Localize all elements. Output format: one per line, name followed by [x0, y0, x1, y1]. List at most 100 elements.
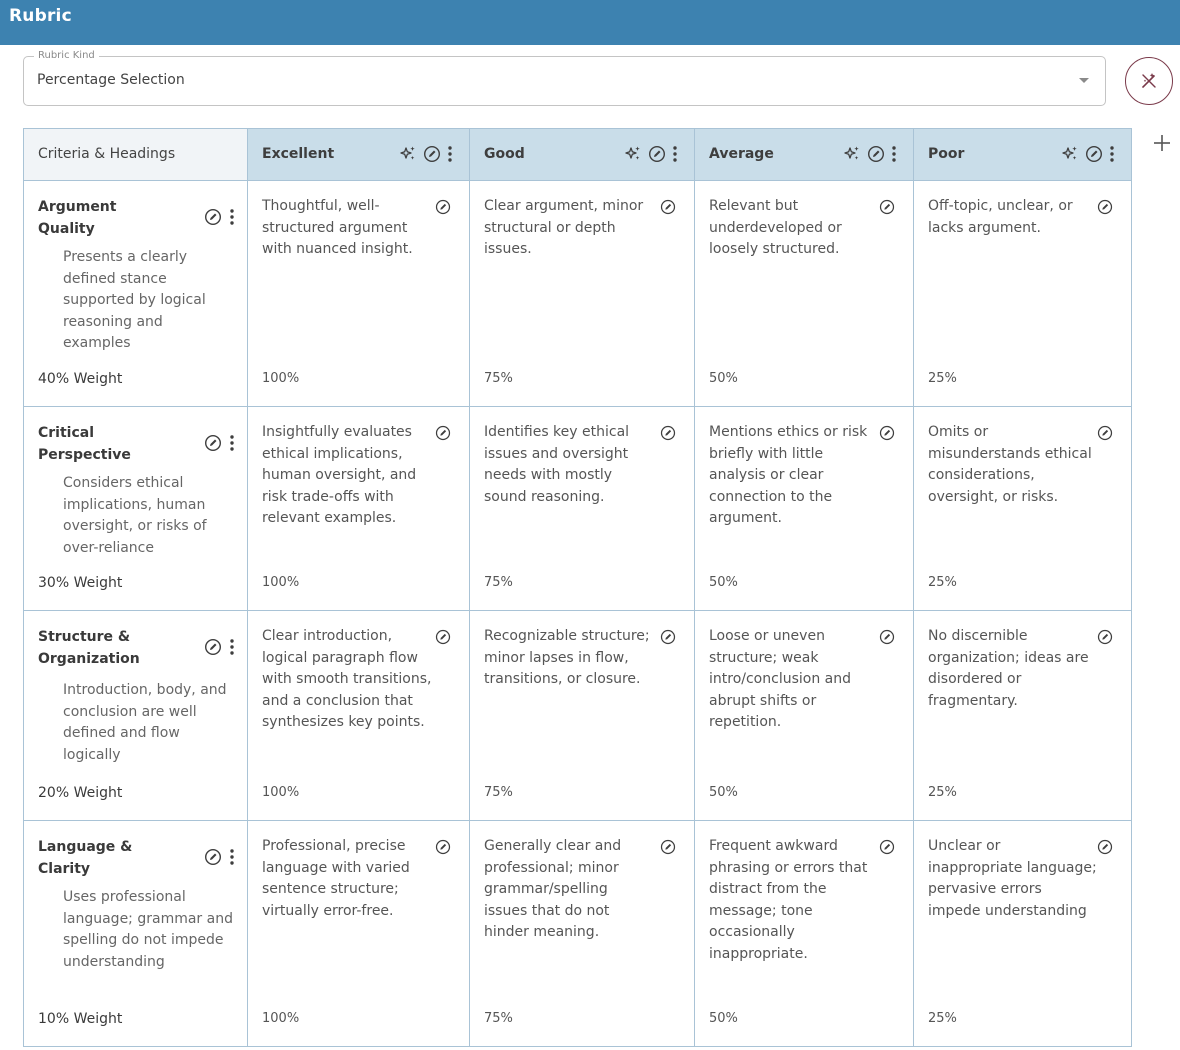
level-cell[interactable]: Omits or misunderstands ethical consider… — [913, 406, 1132, 611]
level-description: Mentions ethics or risk briefly with lit… — [709, 424, 868, 527]
compass-edit-icon[interactable] — [879, 839, 895, 855]
level-description: Omits or misunderstands ethical consider… — [928, 424, 1092, 505]
compass-edit-icon[interactable] — [1085, 145, 1103, 163]
level-description: Insightfully evaluates ethical implicati… — [262, 424, 417, 527]
table-row: Argument Quality Presents a clearly defi… — [23, 180, 1132, 407]
more-vertical-icon[interactable] — [891, 145, 897, 163]
criterion-cell: Critical Perspective Considers ethical i… — [23, 406, 248, 611]
compass-edit-icon[interactable] — [660, 839, 676, 855]
magic-generate-button[interactable] — [1125, 57, 1173, 105]
criterion-name: Argument Quality — [38, 199, 117, 237]
level-cell[interactable]: Clear introduction, logical paragraph fl… — [247, 610, 470, 821]
compass-edit-icon[interactable] — [435, 199, 451, 215]
criterion-description: Uses professional language; grammar and … — [63, 889, 233, 970]
compass-edit-icon[interactable] — [1097, 425, 1113, 441]
rubric-table: Criteria & Headings Excellent Good Avera… — [23, 128, 1132, 1047]
level-cell[interactable]: Loose or uneven structure; weak intro/co… — [694, 610, 914, 821]
level-cell[interactable]: Professional, precise language with vari… — [247, 820, 470, 1047]
level-cell[interactable]: Off-topic, unclear, or lacks argument. 2… — [913, 180, 1132, 407]
magic-wand-icon — [1142, 73, 1156, 88]
level-cell[interactable]: Clear argument, minor structural or dept… — [469, 180, 695, 407]
more-vertical-icon[interactable] — [447, 145, 453, 163]
level-percentage: 50% — [709, 371, 738, 386]
level-cell[interactable]: No discernible organization; ideas are d… — [913, 610, 1132, 821]
level-name: Poor — [928, 146, 965, 162]
plus-icon — [1154, 135, 1170, 151]
criterion-name: Critical Perspective — [38, 425, 131, 463]
compass-edit-icon[interactable] — [660, 425, 676, 441]
criterion-actions — [204, 848, 235, 866]
criterion-description: Presents a clearly defined stance suppor… — [63, 249, 206, 352]
level-description: Professional, precise language with vari… — [262, 838, 410, 919]
level-description: No discernible organization; ideas are d… — [928, 628, 1089, 709]
compass-edit-icon[interactable] — [435, 425, 451, 441]
compass-edit-icon[interactable] — [867, 145, 885, 163]
compass-edit-icon[interactable] — [1097, 199, 1113, 215]
level-cell[interactable]: Insightfully evaluates ethical implicati… — [247, 406, 470, 611]
compass-edit-icon[interactable] — [1097, 839, 1113, 855]
more-vertical-icon[interactable] — [229, 638, 235, 656]
compass-edit-icon[interactable] — [660, 199, 676, 215]
compass-edit-icon[interactable] — [204, 638, 222, 656]
level-percentage: 25% — [928, 1011, 957, 1026]
level-percentage: 75% — [484, 575, 513, 590]
compass-edit-icon[interactable] — [204, 208, 222, 226]
more-vertical-icon[interactable] — [672, 145, 678, 163]
level-actions — [843, 145, 897, 163]
rubric-kind-value: Percentage Selection — [37, 72, 185, 88]
level-name: Average — [709, 146, 774, 162]
compass-edit-icon[interactable] — [435, 839, 451, 855]
criterion-cell: Argument Quality Presents a clearly defi… — [23, 180, 248, 407]
table-row: Structure & Organization Introduction, b… — [23, 610, 1132, 821]
compass-edit-icon[interactable] — [879, 629, 895, 645]
chevron-down-icon[interactable] — [1079, 78, 1089, 83]
level-description: Loose or uneven structure; weak intro/co… — [709, 628, 851, 731]
level-percentage: 100% — [262, 371, 300, 386]
rubric-kind-select[interactable]: Rubric Kind Percentage Selection — [23, 50, 1106, 106]
more-vertical-icon[interactable] — [1109, 145, 1115, 163]
level-percentage: 25% — [928, 575, 957, 590]
level-cell[interactable]: Mentions ethics or risk briefly with lit… — [694, 406, 914, 611]
compass-edit-icon[interactable] — [648, 145, 666, 163]
sparkle-icon[interactable] — [399, 145, 417, 163]
level-percentage: 100% — [262, 1011, 300, 1026]
more-vertical-icon[interactable] — [229, 208, 235, 226]
level-cell[interactable]: Identifies key ethical issues and oversi… — [469, 406, 695, 611]
level-percentage: 75% — [484, 785, 513, 800]
level-cell[interactable]: Frequent awkward phrasing or errors that… — [694, 820, 914, 1047]
level-cell[interactable]: Unclear or inappropriate language; perva… — [913, 820, 1132, 1047]
level-cell[interactable]: Thoughtful, well-structured argument wit… — [247, 180, 470, 407]
compass-edit-icon[interactable] — [204, 434, 222, 452]
sparkle-icon[interactable] — [1061, 145, 1079, 163]
level-percentage: 75% — [484, 371, 513, 386]
criterion-weight: 10% Weight — [38, 1011, 123, 1027]
sparkle-icon[interactable] — [624, 145, 642, 163]
level-name: Excellent — [262, 146, 335, 162]
add-level-button[interactable] — [1150, 131, 1174, 155]
table-header-row: Criteria & Headings Excellent Good Avera… — [23, 128, 1132, 181]
compass-edit-icon[interactable] — [423, 145, 441, 163]
level-description: Off-topic, unclear, or lacks argument. — [928, 198, 1073, 236]
more-vertical-icon[interactable] — [229, 434, 235, 452]
more-vertical-icon[interactable] — [229, 848, 235, 866]
criterion-weight: 20% Weight — [38, 785, 123, 801]
sparkle-icon[interactable] — [843, 145, 861, 163]
level-percentage: 75% — [484, 1011, 513, 1026]
compass-edit-icon[interactable] — [204, 848, 222, 866]
criterion-weight: 40% Weight — [38, 371, 123, 387]
compass-edit-icon[interactable] — [879, 425, 895, 441]
criterion-actions — [204, 434, 235, 452]
compass-edit-icon[interactable] — [660, 629, 676, 645]
level-cell[interactable]: Recognizable structure; minor lapses in … — [469, 610, 695, 821]
level-percentage: 100% — [262, 785, 300, 800]
compass-edit-icon[interactable] — [1097, 629, 1113, 645]
level-percentage: 50% — [709, 785, 738, 800]
compass-edit-icon[interactable] — [435, 629, 451, 645]
level-header-poor: Poor — [913, 128, 1132, 181]
criterion-weight: 30% Weight — [38, 575, 123, 591]
level-header-good: Good — [469, 128, 695, 181]
level-description: Frequent awkward phrasing or errors that… — [709, 838, 868, 962]
level-cell[interactable]: Relevant but underdeveloped or loosely s… — [694, 180, 914, 407]
compass-edit-icon[interactable] — [879, 199, 895, 215]
level-cell[interactable]: Generally clear and professional; minor … — [469, 820, 695, 1047]
